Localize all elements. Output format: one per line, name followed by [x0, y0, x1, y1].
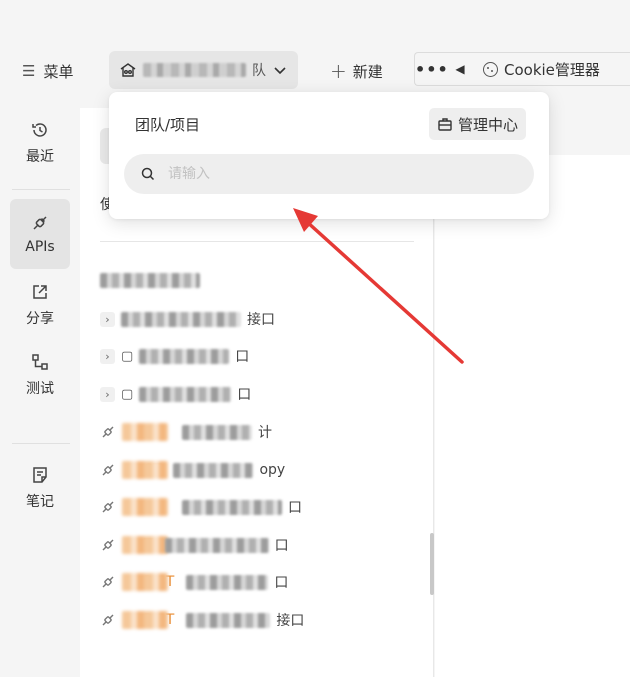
- link-icon: [102, 614, 114, 626]
- admin-center-button[interactable]: 管理中心: [429, 108, 527, 140]
- api-row[interactable]: 计: [100, 420, 420, 444]
- method-badge-redacted: [122, 423, 168, 441]
- sidebar-label-test: 测试: [26, 381, 54, 397]
- plug-icon: [33, 216, 47, 230]
- chevron-down-icon: [274, 67, 286, 75]
- api-row[interactable]: 口: [100, 495, 420, 519]
- method-badge-redacted: [122, 461, 168, 479]
- search-icon: [141, 167, 155, 181]
- method-badge-redacted: [122, 573, 168, 591]
- dropdown-search-input[interactable]: [168, 166, 508, 182]
- folder-name-tail: 口: [237, 387, 252, 403]
- link-icon: [102, 501, 114, 513]
- folder-row[interactable]: › ▢ 口: [100, 344, 420, 368]
- history-icon: [32, 123, 47, 137]
- flow-icon: [32, 354, 48, 370]
- chevron-right-icon[interactable]: ›: [100, 311, 115, 327]
- prev-tab-icon[interactable]: ◀: [447, 62, 473, 76]
- cookie-tab-label: Cookie管理器: [504, 60, 600, 79]
- content-area: [435, 155, 630, 677]
- sidebar-label-notes: 笔记: [26, 494, 54, 510]
- folder-name-tail: 口: [235, 349, 250, 365]
- api-row[interactable]: T 口: [100, 533, 420, 557]
- sidebar-label-recent: 最近: [26, 149, 54, 165]
- sidebar-item-notes[interactable]: 笔记: [10, 453, 70, 523]
- link-icon: [102, 576, 114, 588]
- link-icon: [102, 426, 114, 438]
- share-icon: [33, 285, 47, 299]
- team-name-suffix: 队: [252, 63, 266, 79]
- tab-bar: ••• ◀ Cookie管理器: [414, 52, 630, 86]
- folder-row[interactable]: › 接口: [100, 307, 420, 331]
- briefcase-icon: [438, 118, 452, 131]
- sidebar-label-apis: APIs: [25, 239, 55, 255]
- api-name-redacted: [186, 574, 269, 590]
- cookie-icon: [483, 61, 498, 77]
- menu-icon: ☰: [22, 62, 36, 80]
- tree-divider: [100, 241, 414, 242]
- api-name-tail: 接口: [276, 613, 305, 629]
- sidebar-divider: [12, 189, 70, 190]
- project-name-redacted: [100, 272, 200, 288]
- sidebar-item-share[interactable]: 分享: [10, 270, 70, 340]
- folder-name-redacted: [139, 348, 230, 364]
- sidebar-item-apis[interactable]: APIs: [10, 199, 70, 269]
- new-button[interactable]: + 新建: [330, 58, 383, 84]
- api-name-redacted: [182, 424, 252, 440]
- admin-center-label: 管理中心: [458, 115, 519, 134]
- link-icon: [102, 464, 114, 476]
- folder-name-redacted: [139, 386, 232, 402]
- api-row[interactable]: P ST 口: [100, 570, 420, 594]
- method-badge-redacted: [122, 498, 168, 516]
- team-name-redacted: [143, 63, 246, 77]
- new-label: 新建: [352, 62, 383, 81]
- api-name-redacted: [182, 499, 282, 515]
- api-name-tail: opy: [259, 462, 286, 478]
- api-row[interactable]: ST opy: [100, 458, 420, 482]
- folder-icon: ▢: [121, 348, 134, 364]
- link-icon: [102, 539, 114, 551]
- folder-row[interactable]: › ▢ 口: [100, 382, 420, 406]
- tab-cookie-manager[interactable]: Cookie管理器: [473, 59, 600, 80]
- menu-label: 菜单: [43, 62, 74, 81]
- sidebar-divider: [12, 443, 70, 444]
- team-icon: [120, 63, 136, 77]
- chevron-right-icon[interactable]: ›: [100, 386, 115, 402]
- api-name-redacted: [186, 612, 271, 628]
- api-name-tail: 口: [288, 500, 302, 516]
- folder-name-redacted: [121, 311, 241, 327]
- project-row[interactable]: [100, 268, 420, 292]
- plus-icon: +: [330, 59, 347, 83]
- tree-scrollbar[interactable]: [430, 533, 434, 595]
- api-name-redacted: [173, 462, 254, 478]
- dropdown-title: 团队/项目: [135, 116, 201, 134]
- more-icon[interactable]: •••: [415, 60, 448, 79]
- method-badge-redacted: [122, 536, 168, 554]
- chevron-right-icon[interactable]: ›: [100, 348, 115, 364]
- note-icon: [33, 467, 47, 483]
- team-project-selector[interactable]: 队: [109, 51, 298, 89]
- sidebar-item-test[interactable]: 测试: [10, 340, 70, 410]
- api-name-tail: 计: [258, 425, 272, 441]
- api-row[interactable]: P ST 接口: [100, 608, 420, 632]
- folder-name-tail: 接口: [247, 312, 275, 328]
- api-name-tail: 口: [274, 575, 289, 591]
- api-name-tail: 口: [274, 538, 289, 554]
- dropdown-search: [124, 154, 534, 194]
- top-toolbar: ☰ 菜单 队 + 新建 ••• ◀ Cookie管理器: [0, 0, 630, 100]
- sidebar-label-share: 分享: [26, 311, 54, 327]
- left-sidebar: 最近 APIs 分享 测试 笔记: [0, 100, 80, 677]
- menu-button[interactable]: ☰ 菜单: [22, 58, 73, 84]
- sidebar-item-recent[interactable]: 最近: [10, 108, 70, 178]
- team-project-dropdown: 团队/项目 管理中心: [109, 92, 549, 219]
- method-badge-redacted: [122, 611, 168, 629]
- api-name-redacted: [164, 537, 269, 553]
- folder-icon: ▢: [121, 386, 134, 402]
